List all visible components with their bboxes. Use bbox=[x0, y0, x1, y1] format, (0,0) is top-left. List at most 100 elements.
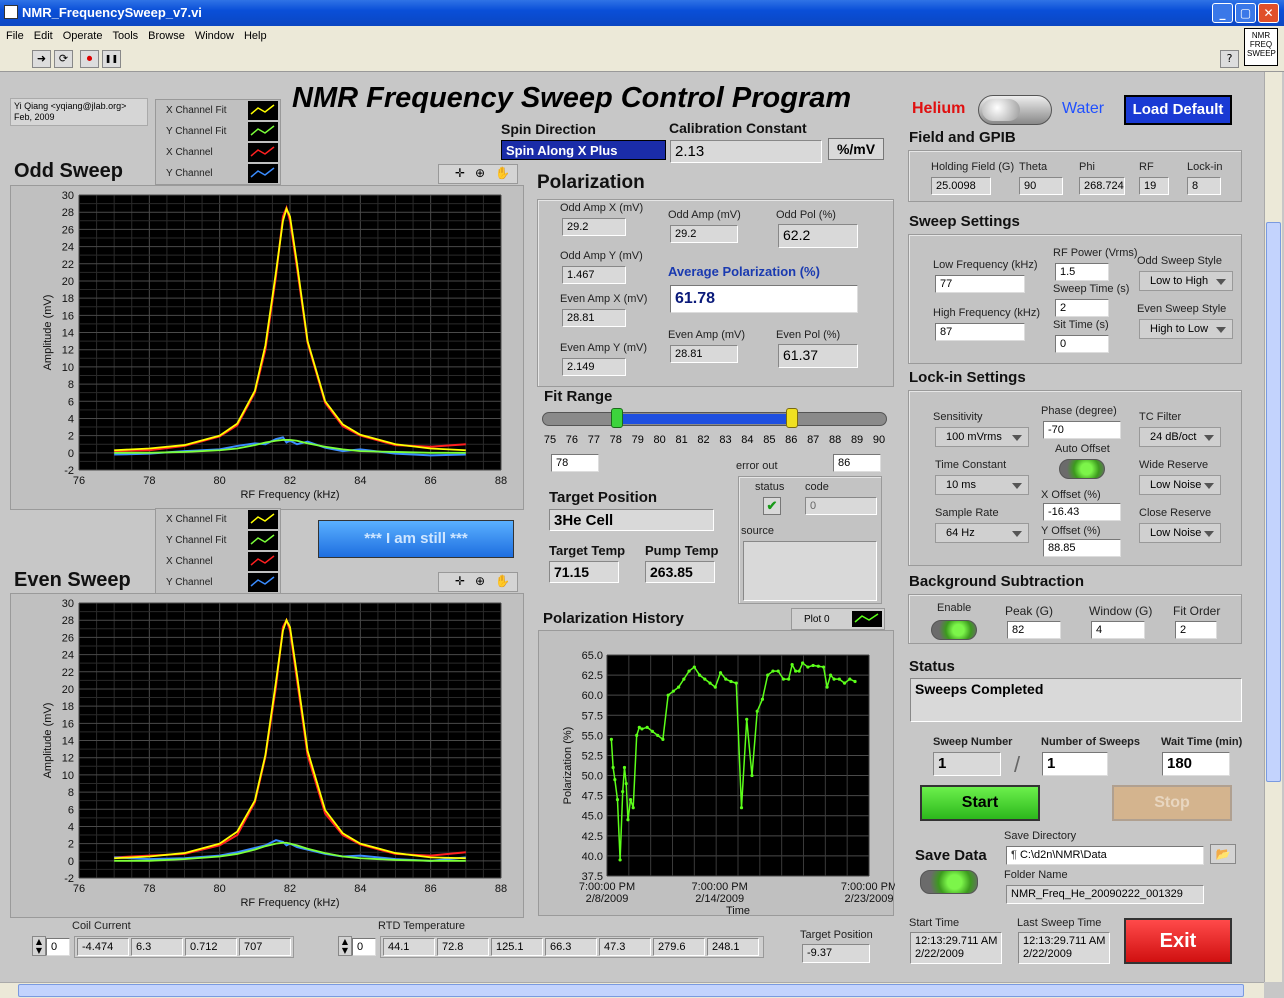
y-tick-label: 12 bbox=[62, 345, 74, 357]
history-point bbox=[816, 664, 820, 668]
menu-operate[interactable]: Operate bbox=[57, 26, 107, 42]
auto-offset-button[interactable] bbox=[1059, 459, 1105, 479]
rf-power-input[interactable]: 1.5 bbox=[1055, 263, 1109, 281]
stop-button[interactable]: Stop bbox=[1112, 785, 1232, 821]
vertical-scrollbar[interactable] bbox=[1264, 72, 1282, 982]
num-sweeps-input[interactable]: 1 bbox=[1042, 752, 1108, 776]
run-icon[interactable]: ➜ bbox=[32, 50, 51, 68]
fit-range-high-handle[interactable] bbox=[786, 408, 799, 428]
error-code-value: 0 bbox=[805, 497, 877, 515]
odd-sweep-graph: -2 0 2 4 6 8 10 12 14 16 18 20 22 24 26 28 30 76 78 80 82 84 8… bbox=[10, 185, 524, 510]
exit-button[interactable]: Exit bbox=[1124, 918, 1232, 964]
history-point bbox=[745, 717, 749, 721]
zoom-icon[interactable]: ⊕ bbox=[475, 166, 485, 180]
fit-range-low-handle[interactable] bbox=[610, 408, 623, 428]
polarization-title: Polarization bbox=[537, 172, 645, 193]
y-offset-input[interactable]: 88.85 bbox=[1043, 539, 1121, 557]
fit-range-high-input[interactable]: 86 bbox=[833, 454, 881, 472]
start-button[interactable]: Start bbox=[920, 785, 1040, 821]
pol-history-plot[interactable]: 65.0 62.5 60.0 57.5 55.0 52.5 50.0 47.5 45.0 42.5… bbox=[539, 631, 897, 917]
odd-sweep-plot[interactable]: -202468101214161820222426283076 78 80 82 84 8… bbox=[11, 186, 525, 511]
fit-range-tick: 90 bbox=[872, 434, 886, 446]
menu-window[interactable]: Window bbox=[189, 26, 238, 42]
odd-sweep-title: Odd Sweep bbox=[14, 160, 123, 182]
sensitivity-select[interactable]: 100 mVrms bbox=[935, 427, 1029, 447]
menu-help[interactable]: Help bbox=[238, 26, 271, 42]
cursor-icon[interactable]: ✛ bbox=[455, 574, 465, 588]
high-freq-input[interactable]: 87 bbox=[935, 323, 1025, 341]
sweep-divider: / bbox=[1014, 752, 1021, 777]
pause-icon[interactable]: ❚❚ bbox=[102, 50, 121, 68]
minimize-button[interactable]: _ bbox=[1212, 3, 1233, 23]
even-style-select[interactable]: High to Low bbox=[1139, 319, 1233, 339]
legend-y-channel: Y Channel bbox=[166, 577, 213, 588]
author-label: Yi Qiang <yqiang@jlab.org> Feb, 2009 bbox=[10, 98, 148, 126]
pan-hand-icon[interactable]: ✋ bbox=[495, 166, 510, 180]
menu-edit[interactable]: Edit bbox=[28, 26, 57, 42]
y-tick-label: 18 bbox=[62, 701, 74, 713]
fit-range-slider[interactable] bbox=[542, 408, 887, 428]
wait-time-input[interactable]: 180 bbox=[1162, 752, 1230, 776]
load-default-button[interactable]: Load Default bbox=[1124, 95, 1232, 125]
rtd-temp-1: 72.8 bbox=[437, 938, 489, 956]
cursor-icon[interactable]: ✛ bbox=[455, 166, 465, 180]
time-constant-select[interactable]: 10 ms bbox=[935, 475, 1029, 495]
menu-tools[interactable]: Tools bbox=[106, 26, 142, 42]
rtd-index-input[interactable]: 0 bbox=[352, 938, 376, 956]
legend-x-channel: X Channel bbox=[166, 556, 213, 567]
start-time-date: 2/22/2009 bbox=[915, 948, 964, 960]
author-date: Feb, 2009 bbox=[14, 112, 55, 122]
background-section: Enable Peak (G) 82 Window (G) 4 Fit Orde… bbox=[908, 594, 1242, 644]
save-data-button[interactable] bbox=[920, 870, 978, 894]
coil-index-input[interactable]: 0 bbox=[46, 938, 70, 956]
horizontal-scroll-thumb[interactable] bbox=[18, 984, 1244, 997]
horizontal-scrollbar[interactable] bbox=[0, 982, 1264, 998]
odd-plot-legend: X Channel Fit Y Channel Fit X Channel Y … bbox=[155, 99, 281, 185]
run-continuously-icon[interactable]: ⟳ bbox=[54, 50, 73, 68]
abort-icon[interactable]: ⏺ bbox=[80, 50, 99, 68]
y-tick-label: 30 bbox=[62, 598, 74, 610]
window-input[interactable]: 4 bbox=[1091, 621, 1145, 639]
pan-hand-icon[interactable]: ✋ bbox=[495, 574, 510, 588]
sweep-time-input[interactable]: 2 bbox=[1055, 299, 1109, 317]
num-sweeps-label: Number of Sweeps bbox=[1041, 736, 1141, 748]
vertical-scroll-thumb[interactable] bbox=[1266, 222, 1281, 782]
menu-file[interactable]: File bbox=[0, 26, 28, 42]
phase-input[interactable]: -70 bbox=[1043, 421, 1121, 439]
even-sweep-plot[interactable]: -202468101214161820222426283076 78 80 82 84 8… bbox=[11, 594, 525, 919]
tc-filter-label: TC Filter bbox=[1139, 411, 1182, 423]
wide-reserve-select[interactable]: Low Noise bbox=[1139, 475, 1221, 495]
y-tick-label: 52.5 bbox=[582, 750, 603, 762]
odd-graph-palette[interactable]: ✛ ⊕ ✋ bbox=[438, 164, 518, 184]
coil-current-0: -4.474 bbox=[77, 938, 129, 956]
close-button[interactable]: ✕ bbox=[1258, 3, 1279, 23]
save-dir-input[interactable]: ¶ C:\d2n\NMR\Data bbox=[1006, 846, 1204, 865]
fit-order-input[interactable]: 2 bbox=[1175, 621, 1217, 639]
fit-range-tick: 85 bbox=[763, 434, 776, 446]
legend-x-channel: X Channel bbox=[166, 147, 213, 158]
sample-rate-select[interactable]: 64 Hz bbox=[935, 523, 1029, 543]
sit-time-input[interactable]: 0 bbox=[1055, 335, 1109, 353]
even-graph-palette[interactable]: ✛ ⊕ ✋ bbox=[438, 572, 518, 592]
x-offset-input[interactable]: -16.43 bbox=[1043, 503, 1121, 521]
low-freq-input[interactable]: 77 bbox=[935, 275, 1025, 293]
maximize-button[interactable]: ▢ bbox=[1235, 3, 1256, 23]
rtd-index-stepper-icon[interactable]: ▲ ▼ bbox=[338, 936, 352, 956]
y-tick-label: 30 bbox=[62, 190, 74, 202]
coil-index-stepper-icon[interactable]: ▲ ▼ bbox=[32, 936, 46, 956]
tc-filter-select[interactable]: 24 dB/oct bbox=[1139, 427, 1221, 447]
odd-style-select[interactable]: Low to High bbox=[1139, 271, 1233, 291]
browse-folder-icon[interactable]: 📂 bbox=[1210, 844, 1236, 864]
close-reserve-select[interactable]: Low Noise bbox=[1139, 523, 1221, 543]
menu-browse[interactable]: Browse bbox=[142, 26, 189, 42]
history-point bbox=[801, 661, 805, 665]
spin-direction-select[interactable]: Spin Along X Plus bbox=[501, 140, 666, 160]
peak-input[interactable]: 82 bbox=[1007, 621, 1061, 639]
help-icon[interactable]: ? bbox=[1220, 50, 1239, 68]
helium-water-switch[interactable] bbox=[978, 95, 1052, 125]
bg-enable-button[interactable] bbox=[931, 620, 977, 640]
coil-current-1: 6.3 bbox=[131, 938, 183, 956]
fit-range-low-input[interactable]: 78 bbox=[551, 454, 599, 472]
avg-pol-value: 61.78 bbox=[670, 285, 858, 313]
zoom-icon[interactable]: ⊕ bbox=[475, 574, 485, 588]
